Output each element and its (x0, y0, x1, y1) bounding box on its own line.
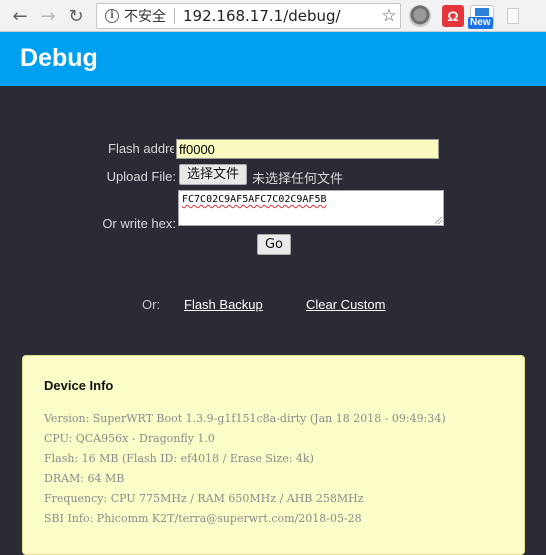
device-frequency-line: Frequency: CPU 775MHz / RAM 650MHz / AHB… (44, 492, 364, 505)
clear-custom-link[interactable]: Clear Custom (306, 297, 385, 312)
reload-icon[interactable]: ↻ (64, 4, 88, 28)
flash-address-input[interactable] (176, 139, 439, 159)
forward-arrow-icon[interactable]: → (36, 4, 60, 28)
flash-backup-link[interactable]: Flash Backup (184, 297, 263, 312)
resize-grip-icon[interactable] (435, 217, 442, 224)
security-label[interactable]: 不安全 (124, 6, 166, 26)
device-flash-line: Flash: 16 MB (Flash ID: ef4018 / Erase S… (44, 452, 314, 465)
extension-red-icon[interactable]: Ω (442, 5, 464, 27)
device-info-title: Device Info (44, 378, 114, 393)
bookmark-star-icon[interactable]: ☆ (378, 6, 400, 26)
page-title: Debug (20, 44, 98, 72)
choose-file-button[interactable]: 选择文件 (179, 164, 247, 185)
new-badge: New (468, 17, 493, 29)
back-arrow-icon[interactable]: ← (8, 4, 32, 28)
hex-textarea[interactable]: FC7C02C9AF5AFC7C02C9AF5B (178, 190, 444, 226)
extension-blue-block (475, 8, 489, 16)
url-text[interactable]: 192.168.17.1/debug/ (183, 7, 378, 25)
device-cpu-line: CPU: QCA956x - Dragonfly 1.0 (44, 432, 215, 445)
device-info-panel: Device Info Version: SuperWRT Boot 1.3.9… (22, 355, 525, 555)
device-version-line: Version: SuperWRT Boot 1.3.9-g1f151c8a-d… (44, 412, 446, 425)
info-icon[interactable]: i (105, 9, 119, 23)
extension-page-icon[interactable] (507, 8, 519, 24)
write-hex-label: Or write hex: (102, 216, 176, 231)
hex-textarea-value: FC7C02C9AF5AFC7C02C9AF5B (182, 194, 327, 205)
extension-new-icon[interactable]: New (468, 5, 494, 29)
device-sbi-line: SBI Info: Phicomm K2T/terra@superwrt.com… (44, 512, 362, 525)
address-bar[interactable]: i 不安全 192.168.17.1/debug/ ☆ (96, 3, 401, 29)
upload-file-label: Upload File: (106, 169, 176, 184)
flash-address-label: Flash address (108, 141, 174, 156)
page-header: Debug (0, 32, 546, 86)
or-label: Or: (142, 297, 161, 312)
file-status-text: 未选择任何文件 (252, 172, 344, 187)
device-dram-line: DRAM: 64 MB (44, 472, 125, 485)
browser-toolbar: ← → ↻ i 不安全 192.168.17.1/debug/ ☆ Ω New (0, 0, 546, 32)
omnibox-divider (174, 8, 175, 24)
go-button[interactable]: Go (257, 234, 291, 255)
extension-globe-icon[interactable] (409, 5, 431, 27)
